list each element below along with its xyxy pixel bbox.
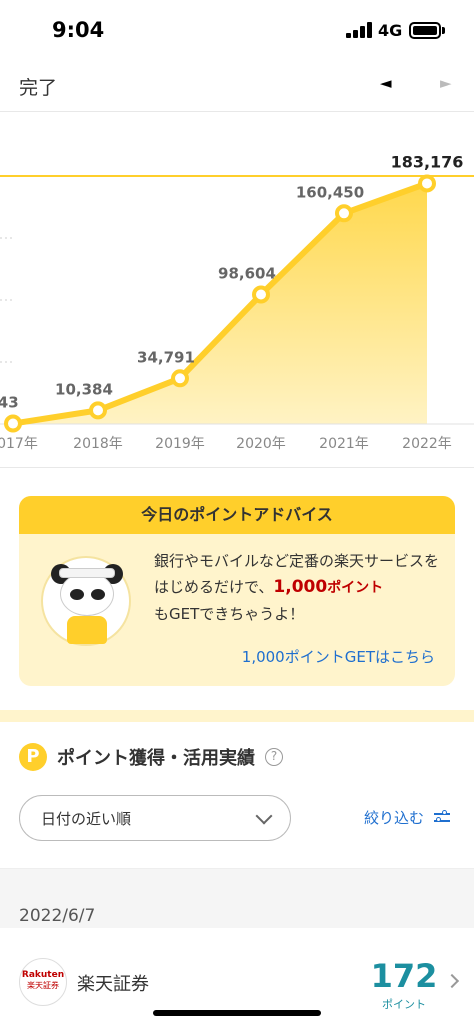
network-type: 4G bbox=[378, 21, 403, 40]
section-divider bbox=[0, 710, 474, 722]
data-label: 160,450 bbox=[296, 183, 364, 201]
advice-highlight-unit: ポイント bbox=[327, 580, 384, 596]
battery-icon bbox=[409, 22, 441, 39]
points-history-chart: 343 2017年 10,384 2018年 34,791 2019年 98,604 2020… bbox=[0, 112, 474, 468]
filter-button[interactable]: 絞り込む bbox=[364, 805, 451, 829]
data-point[interactable] bbox=[4, 414, 22, 433]
data-label: 183,176 bbox=[391, 152, 464, 171]
next-arrow-icon[interactable]: ► bbox=[440, 74, 452, 92]
date-header: 2022/6/7 bbox=[0, 868, 474, 928]
x-tick-label: 2018年 bbox=[73, 436, 123, 452]
data-label: 343 bbox=[0, 394, 19, 412]
history-date: 2022/6/7 bbox=[19, 906, 96, 926]
done-button[interactable]: 完了 bbox=[19, 73, 57, 100]
filter-sliders-icon bbox=[434, 810, 451, 824]
data-point[interactable] bbox=[252, 285, 270, 304]
battery-tip bbox=[442, 27, 445, 34]
x-tick-label: 2017年 bbox=[0, 436, 38, 452]
chevron-right-icon bbox=[444, 973, 460, 989]
status-time: 9:04 bbox=[52, 18, 105, 42]
chevron-down-icon bbox=[255, 807, 273, 825]
data-label: 10,384 bbox=[55, 380, 113, 398]
data-point[interactable] bbox=[335, 204, 353, 223]
advice-card: 今日のポイントアドバイス 銀行やモバイルなど定番の楽天サービスをはじめるだけで、… bbox=[19, 496, 455, 686]
sort-select[interactable]: 日付の近い順 bbox=[19, 795, 291, 841]
nav-bar: 完了 ◄ ► bbox=[0, 62, 474, 112]
rakuten-securities-logo: Rakuten 楽天証券 bbox=[19, 958, 67, 1006]
advice-text-after: もGETできちゃうよ！ bbox=[154, 605, 305, 623]
points-unit: ポイント bbox=[382, 998, 426, 1011]
filter-label: 絞り込む bbox=[364, 808, 425, 827]
prev-arrow-icon[interactable]: ◄ bbox=[380, 74, 392, 92]
help-icon[interactable]: ? bbox=[265, 748, 283, 766]
logo-line1: Rakuten bbox=[21, 970, 65, 980]
data-label: 98,604 bbox=[218, 265, 276, 283]
status-bar: 9:04 4G bbox=[0, 0, 474, 62]
home-indicator bbox=[153, 1010, 321, 1016]
advice-highlight-number: 1,000 bbox=[273, 577, 328, 597]
advice-message: 銀行やモバイルなど定番の楽天サービスをはじめるだけで、1,000ポイント もGE… bbox=[154, 548, 444, 627]
data-point[interactable] bbox=[171, 369, 189, 388]
data-point[interactable] bbox=[418, 174, 436, 193]
data-label: 34,791 bbox=[137, 348, 195, 366]
chart-svg: 343 2017年 10,384 2018年 34,791 2019年 98,604 2020… bbox=[0, 152, 474, 452]
point-icon: P bbox=[19, 743, 47, 771]
advice-title: 今日のポイントアドバイス bbox=[19, 496, 455, 534]
merchant-name: 楽天証券 bbox=[77, 974, 149, 995]
section-header: P ポイント獲得・活用実績 ? bbox=[19, 742, 283, 772]
advice-link[interactable]: 1,000ポイントGETはこちら bbox=[242, 646, 435, 667]
signal-icon bbox=[346, 22, 372, 38]
panda-mascot-icon bbox=[41, 556, 131, 646]
x-tick-label: 2020年 bbox=[236, 436, 286, 452]
section-title: ポイント獲得・活用実績 bbox=[57, 748, 255, 769]
logo-line2: 楽天証券 bbox=[27, 981, 59, 990]
x-tick-label: 2019年 bbox=[155, 436, 205, 452]
x-tick-label: 2022年 bbox=[402, 436, 452, 452]
data-point[interactable] bbox=[89, 401, 107, 420]
points-value: 172 bbox=[370, 957, 438, 995]
sort-selected-value: 日付の近い順 bbox=[41, 810, 132, 828]
x-tick-label: 2021年 bbox=[319, 436, 369, 452]
